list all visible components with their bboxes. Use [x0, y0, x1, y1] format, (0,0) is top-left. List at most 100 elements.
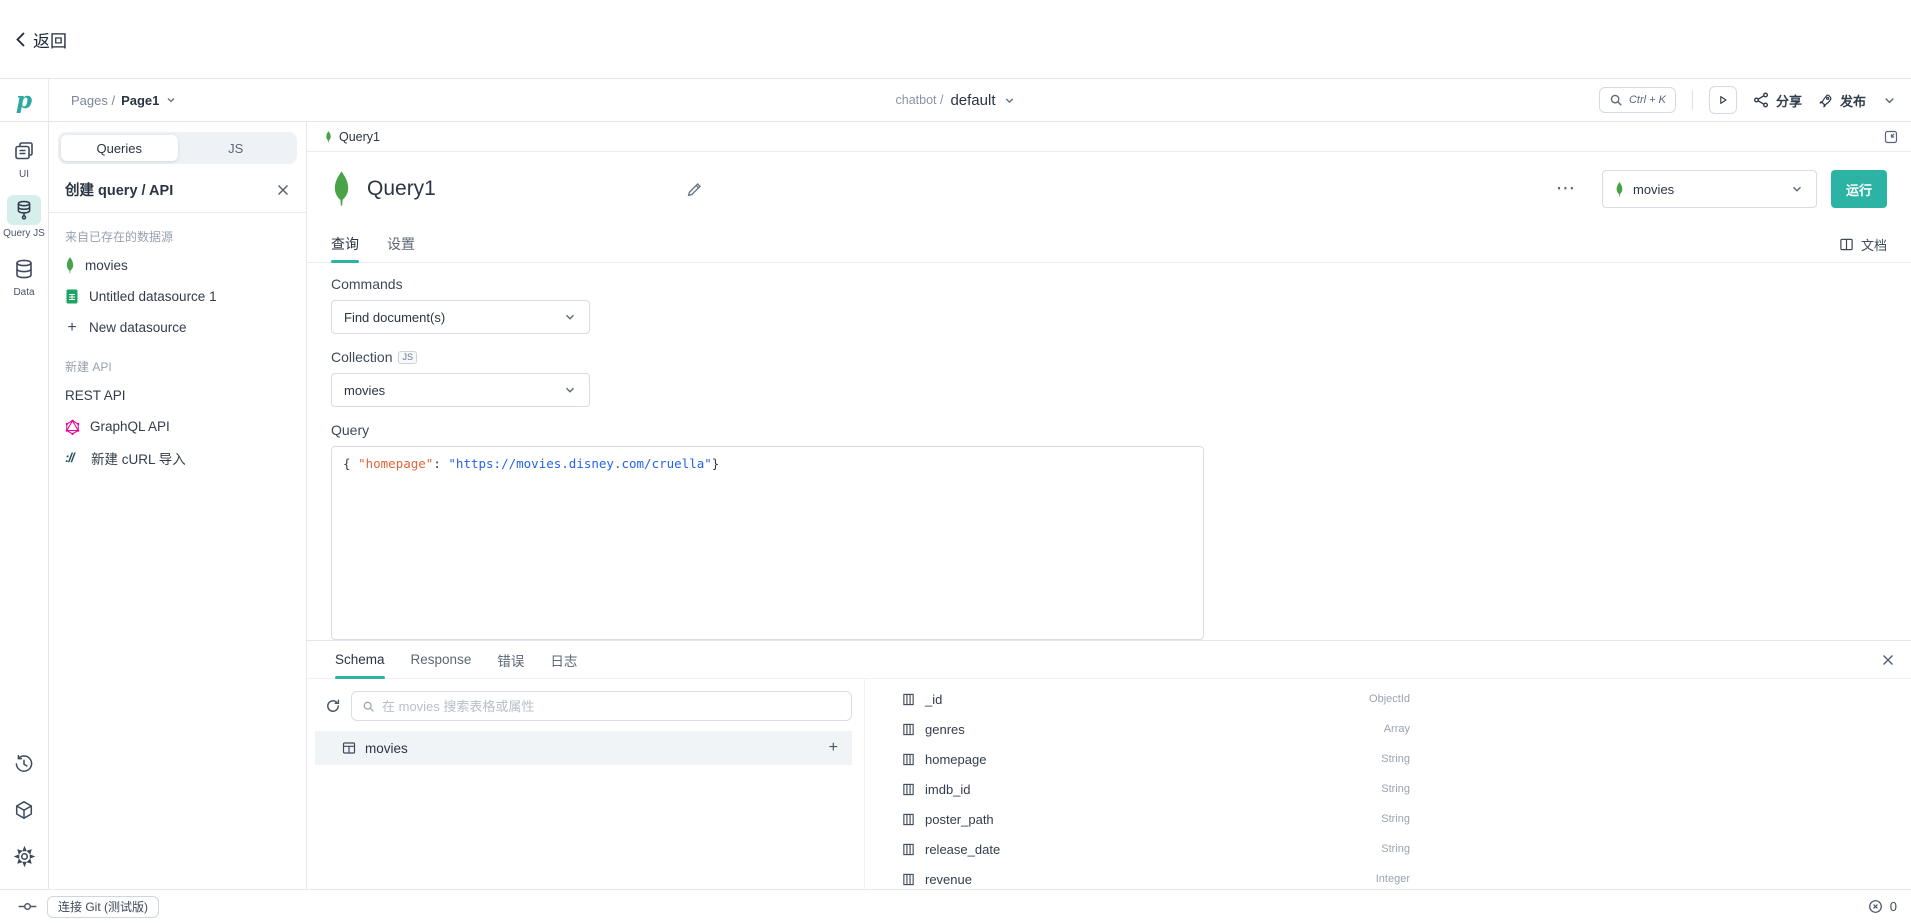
edit-pencil-icon[interactable] [686, 181, 703, 198]
run-button[interactable]: 运行 [1831, 170, 1887, 208]
field-type: Integer [1376, 873, 1410, 885]
ui-pages-icon [7, 136, 41, 166]
logo-cell[interactable]: p [0, 79, 49, 121]
query-code-editor[interactable]: { "homepage": "https://movies.disney.com… [331, 446, 1204, 640]
datasource-item-untitled[interactable]: Untitled datasource 1 [49, 281, 306, 312]
graphql-icon [65, 419, 80, 435]
rail-item-query-js[interactable]: Query JS [3, 195, 45, 239]
share-icon [1753, 92, 1769, 108]
query-tab-strip: Query1 [307, 122, 1911, 152]
tab-logs[interactable]: 日志 [550, 641, 577, 678]
app-logo-icon: p [16, 89, 32, 112]
env-name: default [950, 92, 995, 109]
query-header: Query1 ⋯ movies 运行 [307, 152, 1911, 226]
field-type: ObjectId [1369, 693, 1410, 705]
close-icon[interactable] [276, 183, 290, 197]
field-row[interactable]: release_date String [902, 834, 1410, 864]
mongodb-leaf-icon [65, 257, 75, 274]
refresh-icon[interactable] [325, 698, 341, 714]
tab-settings[interactable]: 设置 [387, 226, 415, 262]
commands-label: Commands [331, 276, 1887, 292]
mongodb-leaf-icon [325, 131, 332, 143]
table-icon [342, 741, 356, 755]
field-name: homepage [925, 752, 986, 767]
tab-js[interactable]: JS [178, 135, 295, 161]
history-icon[interactable] [14, 754, 34, 774]
field-row[interactable]: genres Array [902, 714, 1410, 744]
schema-tables-column: movies + [307, 679, 865, 889]
field-row[interactable]: imdb_id String [902, 774, 1410, 804]
datasource-select[interactable]: movies [1602, 170, 1817, 208]
error-circle-icon [1868, 899, 1883, 914]
data-database-icon [7, 254, 41, 284]
commands-select[interactable]: Find document(s) [331, 300, 590, 334]
add-column-button[interactable]: + [829, 740, 838, 756]
query-tab-query1[interactable]: Query1 [325, 130, 380, 144]
schema-fields-column: _id ObjectId genres Array homepage Strin… [865, 679, 1911, 889]
settings-gear-icon[interactable] [14, 846, 35, 867]
tab-response[interactable]: Response [411, 641, 472, 678]
api-item-curl[interactable]: :// 新建 cURL 导入 [49, 442, 306, 473]
chevron-down-icon[interactable] [1882, 93, 1897, 108]
rail-item-data[interactable]: Data [7, 254, 41, 298]
rail-label-ui: UI [19, 169, 29, 180]
share-button[interactable]: 分享 [1753, 91, 1802, 110]
rocket-icon [1818, 93, 1833, 108]
graphql-api-label: GraphQL API [90, 419, 170, 434]
schema-search-input[interactable] [382, 699, 841, 714]
tab-errors[interactable]: 错误 [497, 641, 524, 678]
google-sheets-icon [65, 289, 79, 304]
global-search-button[interactable]: Ctrl + K [1599, 87, 1676, 113]
field-type: String [1381, 813, 1410, 825]
tab-queries[interactable]: Queries [61, 135, 178, 161]
app-name: chatbot / [896, 93, 944, 107]
error-indicator[interactable]: 0 [1868, 899, 1897, 914]
datasource-name: Untitled datasource 1 [89, 289, 217, 304]
section-new-api: 新建 API [49, 343, 306, 380]
column-icon [902, 813, 915, 826]
schema-table-row-movies[interactable]: movies + [315, 731, 852, 765]
js-badge[interactable]: JS [398, 351, 417, 364]
schema-response-panel: Schema Response 错误 日志 [307, 640, 1911, 889]
tab-schema[interactable]: Schema [335, 641, 385, 678]
code-token-key: "homepage" [358, 456, 433, 471]
chevron-down-icon [563, 383, 577, 397]
publish-button[interactable]: 发布 [1818, 91, 1866, 110]
docs-label: 文档 [1861, 235, 1887, 254]
mongodb-leaf-icon [331, 171, 352, 207]
rail-item-ui[interactable]: UI [7, 136, 41, 180]
docs-link[interactable]: 文档 [1839, 235, 1887, 254]
app-env-switcher[interactable]: chatbot / default [896, 92, 1016, 109]
search-shortcut: Ctrl + K [1629, 94, 1666, 106]
column-icon [902, 753, 915, 766]
collection-select[interactable]: movies [331, 373, 590, 407]
breadcrumb-prefix: Pages / [71, 93, 115, 108]
field-row[interactable]: poster_path String [902, 804, 1410, 834]
rail-label-data: Data [13, 287, 34, 298]
commands-select-value: Find document(s) [344, 310, 445, 325]
datasource-name: movies [85, 258, 128, 273]
back-button[interactable]: 返回 [14, 27, 67, 52]
collapse-panel-icon[interactable] [1883, 129, 1899, 145]
preview-run-button[interactable] [1709, 86, 1737, 114]
chevron-down-icon [563, 310, 577, 324]
tab-query[interactable]: 查询 [331, 226, 359, 262]
breadcrumb[interactable]: Pages / Page1 [71, 93, 177, 108]
query-form: Commands Find document(s) Collection JS … [307, 263, 1911, 640]
field-row[interactable]: homepage String [902, 744, 1410, 774]
panel-title: 创建 query / API [65, 179, 173, 200]
api-item-graphql[interactable]: GraphQL API [49, 411, 306, 442]
field-row[interactable]: _id ObjectId [902, 684, 1410, 714]
package-cube-icon[interactable] [14, 800, 34, 820]
code-token: { [343, 456, 358, 471]
toolbar-divider [1692, 90, 1693, 110]
new-datasource-button[interactable]: + New datasource [49, 312, 306, 343]
more-menu-button[interactable]: ⋯ [1556, 184, 1576, 194]
code-token: : [433, 456, 448, 471]
api-item-rest[interactable]: REST API [49, 380, 306, 411]
field-row[interactable]: revenue Integer [902, 864, 1410, 889]
chevron-down-icon [165, 94, 177, 106]
datasource-item-movies[interactable]: movies [49, 250, 306, 281]
connect-git-button[interactable]: 连接 Git (测试版) [47, 896, 159, 918]
close-icon[interactable] [1881, 653, 1895, 667]
